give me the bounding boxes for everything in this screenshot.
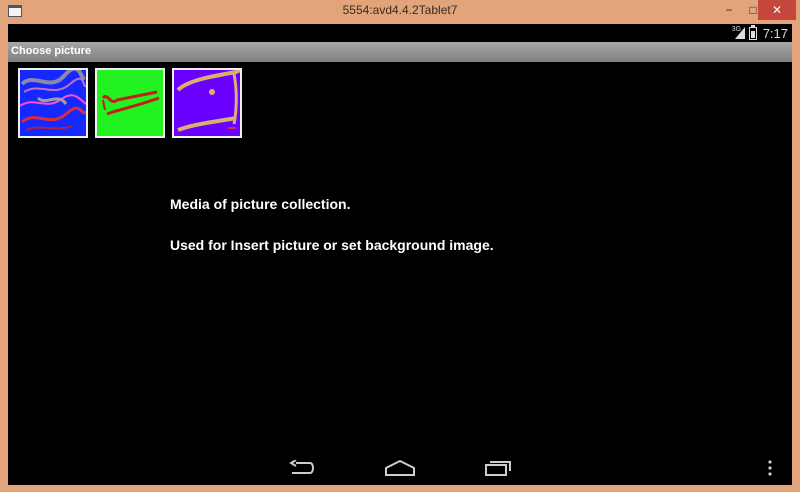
window-title: 5554:avd4.4.2Tablet7	[342, 3, 458, 17]
close-button[interactable]: ✕	[758, 0, 796, 20]
battery-icon	[748, 24, 757, 40]
picture-thumbnail-3[interactable]	[172, 68, 242, 138]
action-bar: Choose picture	[8, 42, 792, 62]
picture-thumbnail-1[interactable]	[18, 68, 88, 138]
info-line-1: Media of picture collection.	[170, 196, 351, 212]
page-title: Choose picture	[11, 45, 92, 57]
overflow-menu-icon[interactable]	[763, 455, 777, 481]
home-icon[interactable]	[380, 455, 420, 481]
back-icon[interactable]	[282, 455, 322, 481]
emulator-screen: 3G 7:17 Choose picture Media of picture …	[8, 24, 792, 485]
window-title-bar: 5554:avd4.4.2Tablet7 − □ ✕	[0, 0, 800, 24]
status-clock: 7:17	[762, 25, 788, 41]
status-icons: 3G 7:17	[731, 24, 788, 41]
status-bar: 3G 7:17	[8, 24, 792, 42]
info-line-2: Used for Insert picture or set backgroun…	[170, 237, 494, 253]
recent-apps-icon[interactable]	[478, 455, 518, 481]
minimize-button[interactable]: −	[717, 0, 741, 20]
signal-icon: 3G	[731, 26, 745, 39]
network-type-label: 3G	[731, 26, 742, 33]
picture-grid	[18, 68, 242, 138]
navigation-bar	[8, 449, 792, 485]
picture-thumbnail-2[interactable]	[95, 68, 165, 138]
